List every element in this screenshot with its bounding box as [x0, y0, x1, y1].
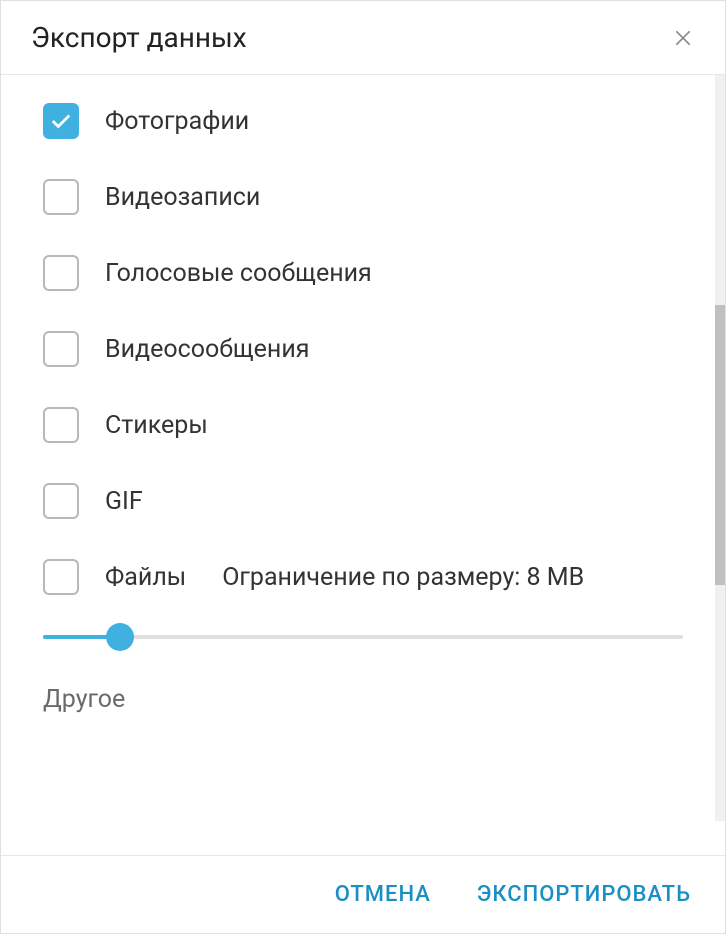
option-voice-messages[interactable]: Голосовые сообщения [43, 255, 683, 291]
cancel-button[interactable]: ОТМЕНА [335, 882, 431, 907]
checkbox-gif[interactable] [43, 483, 79, 519]
export-button[interactable]: ЭКСПОРТИРОВАТЬ [477, 882, 691, 907]
option-label: GIF [105, 487, 143, 516]
slider-handle[interactable] [106, 623, 134, 651]
checkmark-icon [50, 112, 72, 130]
options-list: Фотографии Видеозаписи Голосовые сообщен… [1, 75, 725, 595]
close-icon [673, 28, 693, 48]
option-label: Файлы [105, 563, 186, 592]
option-label: Видеозаписи [105, 183, 260, 212]
checkbox-photos[interactable] [43, 103, 79, 139]
checkbox-files[interactable] [43, 559, 79, 595]
scrollbar-track[interactable] [715, 75, 725, 821]
dialog-footer: ОТМЕНА ЭКСПОРТИРОВАТЬ [1, 855, 725, 933]
section-other: Другое [1, 685, 725, 714]
option-videos[interactable]: Видеозаписи [43, 179, 683, 215]
option-label: Стикеры [105, 411, 208, 440]
scrollbar-thumb[interactable] [715, 305, 725, 585]
slider-track [43, 635, 683, 639]
checkbox-videos[interactable] [43, 179, 79, 215]
dialog-header: Экспорт данных [1, 1, 725, 75]
size-limit-slider[interactable] [1, 635, 725, 639]
option-gif[interactable]: GIF [43, 483, 683, 519]
checkbox-voice-messages[interactable] [43, 255, 79, 291]
option-photos[interactable]: Фотографии [43, 103, 683, 139]
option-label: Голосовые сообщения [105, 259, 372, 288]
option-label: Фотографии [105, 107, 249, 136]
option-video-messages[interactable]: Видеосообщения [43, 331, 683, 367]
dialog-title: Экспорт данных [31, 21, 247, 54]
checkbox-stickers[interactable] [43, 407, 79, 443]
option-label: Видеосообщения [105, 335, 310, 364]
option-files[interactable]: Файлы Ограничение по размеру: 8 MB [43, 559, 683, 595]
checkbox-video-messages[interactable] [43, 331, 79, 367]
option-stickers[interactable]: Стикеры [43, 407, 683, 443]
size-limit-label: Ограничение по размеру: 8 MB [222, 563, 584, 592]
content-scroll-area: Фотографии Видеозаписи Голосовые сообщен… [1, 75, 725, 821]
close-button[interactable] [671, 26, 695, 50]
